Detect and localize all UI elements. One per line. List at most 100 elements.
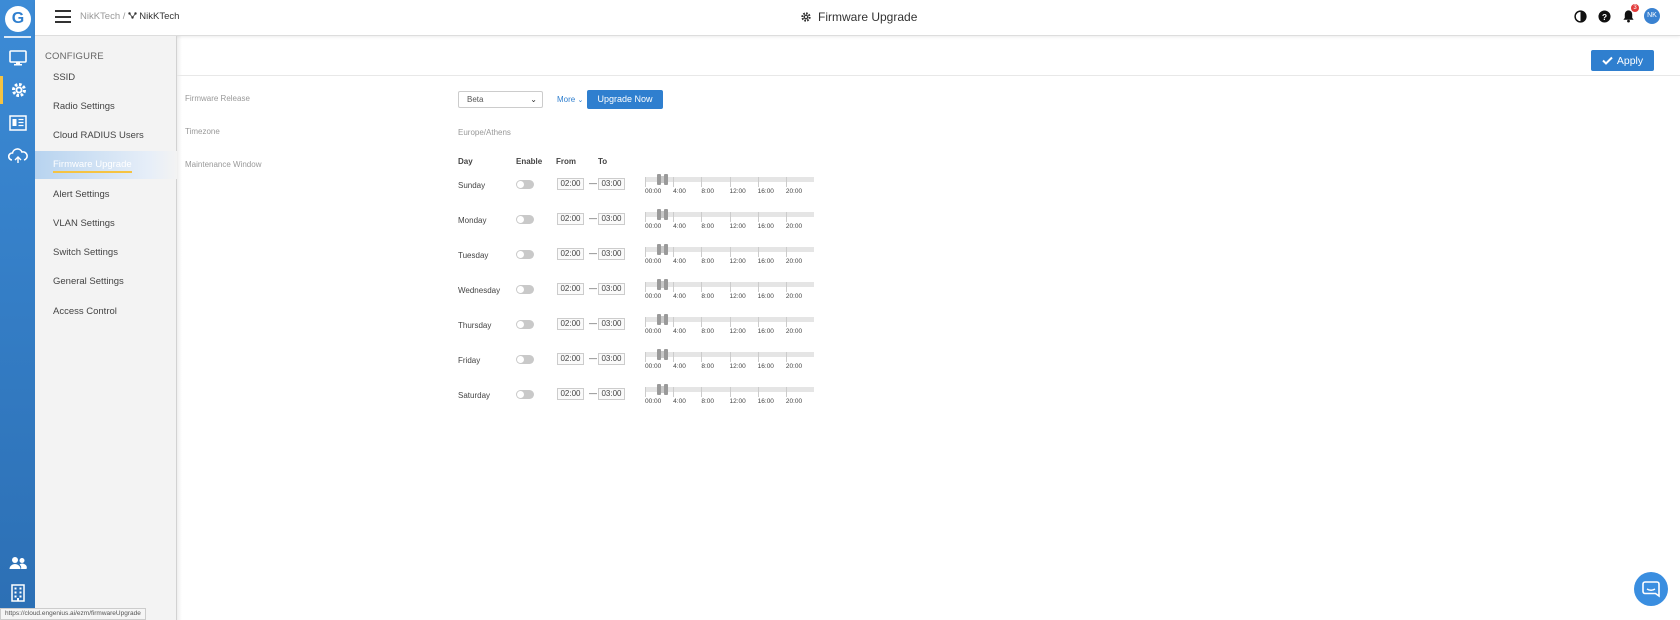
to-time-input-tuesday[interactable]: 03:00: [598, 248, 625, 260]
bell-icon[interactable]: 3: [1620, 4, 1639, 24]
report-icon[interactable]: [0, 109, 35, 137]
sidebar-item-vlan-settings[interactable]: VLAN Settings: [35, 210, 177, 238]
slider-handle-start[interactable]: [657, 384, 662, 395]
monitor-icon[interactable]: [0, 44, 35, 72]
time-separator: —: [589, 284, 597, 293]
sidebar-item-radio-settings[interactable]: Radio Settings: [35, 93, 177, 121]
slider-handle-start[interactable]: [657, 314, 662, 325]
sidebar-item-label: Switch Settings: [53, 247, 118, 258]
users-icon[interactable]: [0, 549, 35, 577]
apply-button[interactable]: Apply: [1591, 50, 1654, 71]
slider-handle-start[interactable]: [657, 349, 662, 360]
hour-label: 00:00: [645, 363, 662, 370]
sidebar-item-alert-settings[interactable]: Alert Settings: [35, 181, 177, 209]
sidebar-item-switch-settings[interactable]: Switch Settings: [35, 239, 177, 267]
breadcrumb-org[interactable]: NikKTech: [80, 11, 120, 22]
timezone-value: Europe/Athens: [458, 128, 511, 137]
enable-toggle-monday[interactable]: [516, 215, 534, 224]
slider-tick: [785, 352, 787, 362]
sidebar-item-ssid[interactable]: SSID: [35, 64, 177, 92]
hour-label: 00:00: [645, 293, 662, 300]
time-separator: —: [589, 214, 597, 223]
enable-toggle-sunday[interactable]: [516, 180, 534, 189]
slider-tick: [785, 212, 787, 222]
help-icon[interactable]: ?: [1596, 8, 1612, 24]
slider-handle-start[interactable]: [657, 209, 662, 220]
sidebar-item-general-settings[interactable]: General Settings: [35, 268, 177, 296]
enable-toggle-friday[interactable]: [516, 355, 534, 364]
enable-toggle-thursday[interactable]: [516, 320, 534, 329]
from-time-input-thursday[interactable]: 02:00: [557, 318, 584, 330]
slider-tick: [645, 212, 646, 222]
slider-tick: [701, 247, 703, 257]
hour-label: 20:00: [785, 398, 803, 405]
to-time-input-wednesday[interactable]: 03:00: [598, 283, 625, 295]
to-time-input-saturday[interactable]: 03:00: [598, 388, 625, 400]
column-header-enable: Enable: [516, 157, 543, 166]
slider-handle-end[interactable]: [664, 314, 669, 325]
chat-button[interactable]: [1634, 572, 1668, 606]
to-time-input-monday[interactable]: 03:00: [598, 213, 625, 225]
slider-handle-start[interactable]: [657, 174, 662, 185]
slider-tick: [757, 317, 759, 327]
from-time-input-wednesday[interactable]: 02:00: [557, 283, 584, 295]
time-separator: —: [589, 249, 597, 258]
theme-contrast-icon[interactable]: [1572, 8, 1588, 24]
hamburger-menu-icon[interactable]: [55, 10, 71, 23]
building-icon[interactable]: [0, 579, 35, 607]
slider-tick: [701, 352, 703, 362]
slider-handle-start[interactable]: [657, 244, 662, 255]
page-title: Firmware Upgrade: [800, 10, 917, 24]
hour-label: 12:00: [729, 223, 746, 230]
firmware-release-select[interactable]: Beta ⌄: [458, 91, 543, 108]
from-time-input-saturday[interactable]: 02:00: [557, 388, 584, 400]
sidebar-item-cloud-radius-users[interactable]: Cloud RADIUS Users: [35, 122, 177, 150]
engenius-logo[interactable]: G: [5, 6, 31, 32]
upgrade-now-button[interactable]: Upgrade Now: [587, 90, 663, 109]
slider-handle-end[interactable]: [664, 279, 669, 290]
slider-handle-end[interactable]: [664, 209, 669, 220]
column-header-from: From: [556, 157, 576, 166]
hour-label: 8:00: [701, 398, 714, 405]
enable-toggle-saturday[interactable]: [516, 390, 534, 399]
day-label-wednesday: Wednesday: [458, 286, 501, 295]
slider-tick: [673, 317, 675, 327]
from-time-input-friday[interactable]: 02:00: [557, 353, 584, 365]
slider-handle-end[interactable]: [664, 384, 669, 395]
hour-label: 20:00: [785, 328, 803, 335]
hour-label: 00:00: [645, 223, 662, 230]
day-label-thursday: Thursday: [458, 321, 492, 330]
slider-tick: [645, 352, 646, 362]
hour-label: 8:00: [701, 328, 714, 335]
breadcrumb-separator: /: [122, 11, 126, 22]
slider-handle-end[interactable]: [664, 174, 669, 185]
sidebar-item-access-control[interactable]: Access Control: [35, 298, 177, 326]
sidebar-item-label: General Settings: [53, 276, 124, 287]
slider-handle-start[interactable]: [657, 279, 662, 290]
avatar[interactable]: NK: [1644, 8, 1660, 24]
sidebar-item-firmware-upgrade[interactable]: Firmware Upgrade: [35, 151, 177, 179]
hour-label: 12:00: [729, 398, 746, 405]
hour-label: 00:00: [645, 258, 662, 265]
chat-icon: [1642, 581, 1660, 598]
from-time-input-tuesday[interactable]: 02:00: [557, 248, 584, 260]
to-time-input-friday[interactable]: 03:00: [598, 353, 625, 365]
to-time-input-thursday[interactable]: 03:00: [598, 318, 625, 330]
more-link[interactable]: More ⌄: [557, 95, 583, 104]
slider-handle-end[interactable]: [664, 244, 669, 255]
column-header-to: To: [598, 157, 608, 166]
to-time-input-sunday[interactable]: 03:00: [598, 178, 625, 190]
breadcrumb-site[interactable]: NikKTech: [139, 11, 179, 22]
from-time-input-sunday[interactable]: 02:00: [557, 178, 584, 190]
slider-tick: [701, 317, 703, 327]
logo-divider: [4, 36, 31, 38]
gear-icon[interactable]: [0, 76, 35, 104]
enable-toggle-tuesday[interactable]: [516, 250, 534, 259]
slider-tick: [701, 212, 703, 222]
hour-label: 4:00: [673, 223, 686, 230]
slider-tick: [785, 387, 787, 397]
from-time-input-monday[interactable]: 02:00: [557, 213, 584, 225]
cloud-icon[interactable]: [0, 142, 35, 170]
slider-handle-end[interactable]: [664, 349, 669, 360]
enable-toggle-wednesday[interactable]: [516, 285, 534, 294]
